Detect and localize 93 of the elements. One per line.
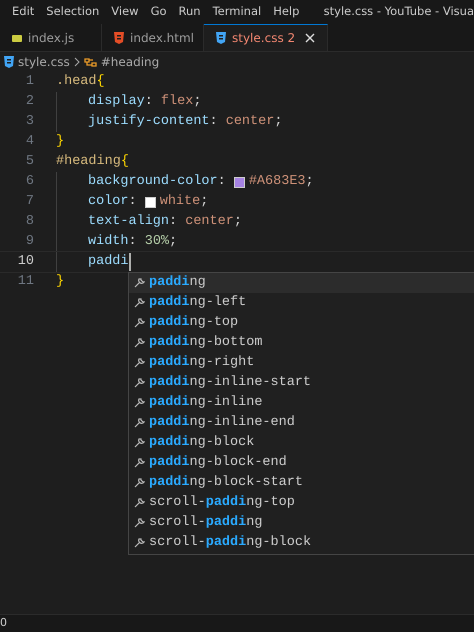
code-token: #A683E3 bbox=[248, 173, 306, 191]
suggestion-item[interactable]: scroll-padding-top bbox=[129, 493, 474, 513]
menu-item[interactable]: Edit bbox=[6, 3, 40, 21]
code-token: : bbox=[210, 113, 219, 131]
suggestion-item[interactable]: scroll-padding-block bbox=[129, 533, 474, 553]
code-token: ; bbox=[169, 233, 178, 251]
code-token: paddi bbox=[88, 253, 129, 271]
line-number: 4 bbox=[24, 133, 34, 151]
code-token: { bbox=[96, 73, 105, 91]
code-token: ; bbox=[274, 113, 282, 131]
line-number: 10 bbox=[16, 253, 34, 271]
editor-tab[interactable]: index.js bbox=[0, 24, 102, 51]
html-file-icon bbox=[114, 32, 124, 44]
line-number: 9 bbox=[24, 233, 34, 251]
symbol-icon bbox=[84, 56, 97, 68]
code-token: flex bbox=[160, 93, 194, 111]
line-number: 3 bbox=[24, 113, 34, 131]
suggestion-item[interactable]: padding-left bbox=[129, 293, 474, 313]
suggestion-item[interactable]: scroll-padding bbox=[129, 513, 474, 533]
wrench-icon bbox=[133, 277, 145, 289]
code-token: ; bbox=[234, 213, 242, 231]
code-token: ; bbox=[306, 173, 314, 191]
code-token: center bbox=[185, 213, 234, 231]
code-token: 30% bbox=[144, 233, 170, 251]
code-token: ; bbox=[193, 93, 202, 111]
suggestion-item[interactable]: padding-block-end bbox=[129, 453, 474, 473]
suggestion-item[interactable]: padding-right bbox=[129, 353, 474, 373]
code-token: ; bbox=[200, 193, 208, 211]
suggestion-item[interactable]: padding-top bbox=[129, 313, 474, 333]
wrench-icon bbox=[133, 457, 145, 469]
code-token: { bbox=[120, 153, 129, 171]
code-token: : bbox=[144, 93, 154, 111]
menu-item[interactable]: Terminal bbox=[206, 3, 268, 21]
editor-tab[interactable]: style.css 2 bbox=[204, 24, 328, 51]
suggestion-item[interactable]: padding-bottom bbox=[129, 333, 474, 353]
code-token: : bbox=[218, 173, 227, 191]
code-token: white bbox=[160, 193, 200, 211]
js-file-icon bbox=[12, 32, 22, 42]
line-number: 8 bbox=[24, 213, 34, 231]
code-token: background-color bbox=[88, 173, 218, 191]
code-token: : bbox=[128, 233, 138, 251]
css-file-icon bbox=[216, 32, 226, 44]
chevron-icon bbox=[74, 57, 80, 67]
code-token: } bbox=[56, 273, 64, 291]
code-token: color bbox=[88, 193, 129, 211]
suggestion-item[interactable]: padding-block bbox=[129, 433, 474, 453]
wrench-icon bbox=[133, 537, 145, 549]
line-number: 1 bbox=[24, 73, 34, 91]
suggestion-item[interactable]: padding-block-start bbox=[129, 473, 474, 493]
status-text: 0 bbox=[0, 615, 7, 632]
wrench-icon bbox=[133, 437, 145, 449]
suggestion-item[interactable]: padding-inline-end bbox=[129, 413, 474, 433]
line-number: 2 bbox=[24, 93, 34, 111]
line-number: 7 bbox=[24, 193, 34, 211]
wrench-icon bbox=[133, 397, 145, 409]
css-file-icon bbox=[4, 56, 14, 68]
code-token: : bbox=[128, 193, 138, 211]
wrench-icon bbox=[133, 497, 145, 509]
code-token: center bbox=[226, 113, 274, 131]
menu-item[interactable]: Help bbox=[267, 3, 306, 21]
wrench-icon bbox=[133, 297, 145, 309]
menu-item[interactable]: Selection bbox=[40, 3, 106, 21]
breadcrumb-item[interactable]: #heading bbox=[100, 53, 160, 71]
text-cursor bbox=[128, 253, 131, 271]
wrench-icon bbox=[133, 517, 145, 529]
menu-item[interactable]: Go bbox=[144, 3, 173, 21]
line-number: 6 bbox=[24, 173, 34, 191]
code-token: width bbox=[88, 233, 129, 251]
code-token: #heading bbox=[56, 153, 121, 171]
wrench-icon bbox=[133, 477, 145, 489]
color-swatch[interactable] bbox=[234, 176, 245, 188]
code-token: display bbox=[88, 93, 145, 111]
wrench-icon bbox=[133, 337, 145, 349]
code-token: } bbox=[56, 133, 64, 151]
code-token: : bbox=[169, 213, 178, 231]
menu-item[interactable]: Run bbox=[172, 3, 207, 21]
window-title: style.css - YouTube - Visua bbox=[324, 3, 474, 20]
suggestion-item[interactable]: padding-inline bbox=[129, 393, 474, 413]
line-number: 5 bbox=[24, 153, 34, 171]
code-token: text-align bbox=[88, 213, 170, 231]
line-number: 11 bbox=[16, 273, 34, 291]
wrench-icon bbox=[133, 417, 145, 429]
close-icon[interactable] bbox=[305, 33, 316, 43]
code-token: justify-content bbox=[88, 113, 210, 131]
suggestion-item[interactable]: padding-inline-start bbox=[129, 373, 474, 393]
color-swatch[interactable] bbox=[144, 196, 156, 208]
suggestion-item[interactable]: padding bbox=[129, 273, 474, 293]
menu-item[interactable]: View bbox=[105, 3, 145, 21]
breadcrumb-item[interactable]: style.css bbox=[18, 53, 70, 71]
wrench-icon bbox=[133, 317, 145, 329]
wrench-icon bbox=[133, 357, 145, 369]
code-token: .head bbox=[56, 73, 97, 91]
wrench-icon bbox=[133, 377, 145, 389]
